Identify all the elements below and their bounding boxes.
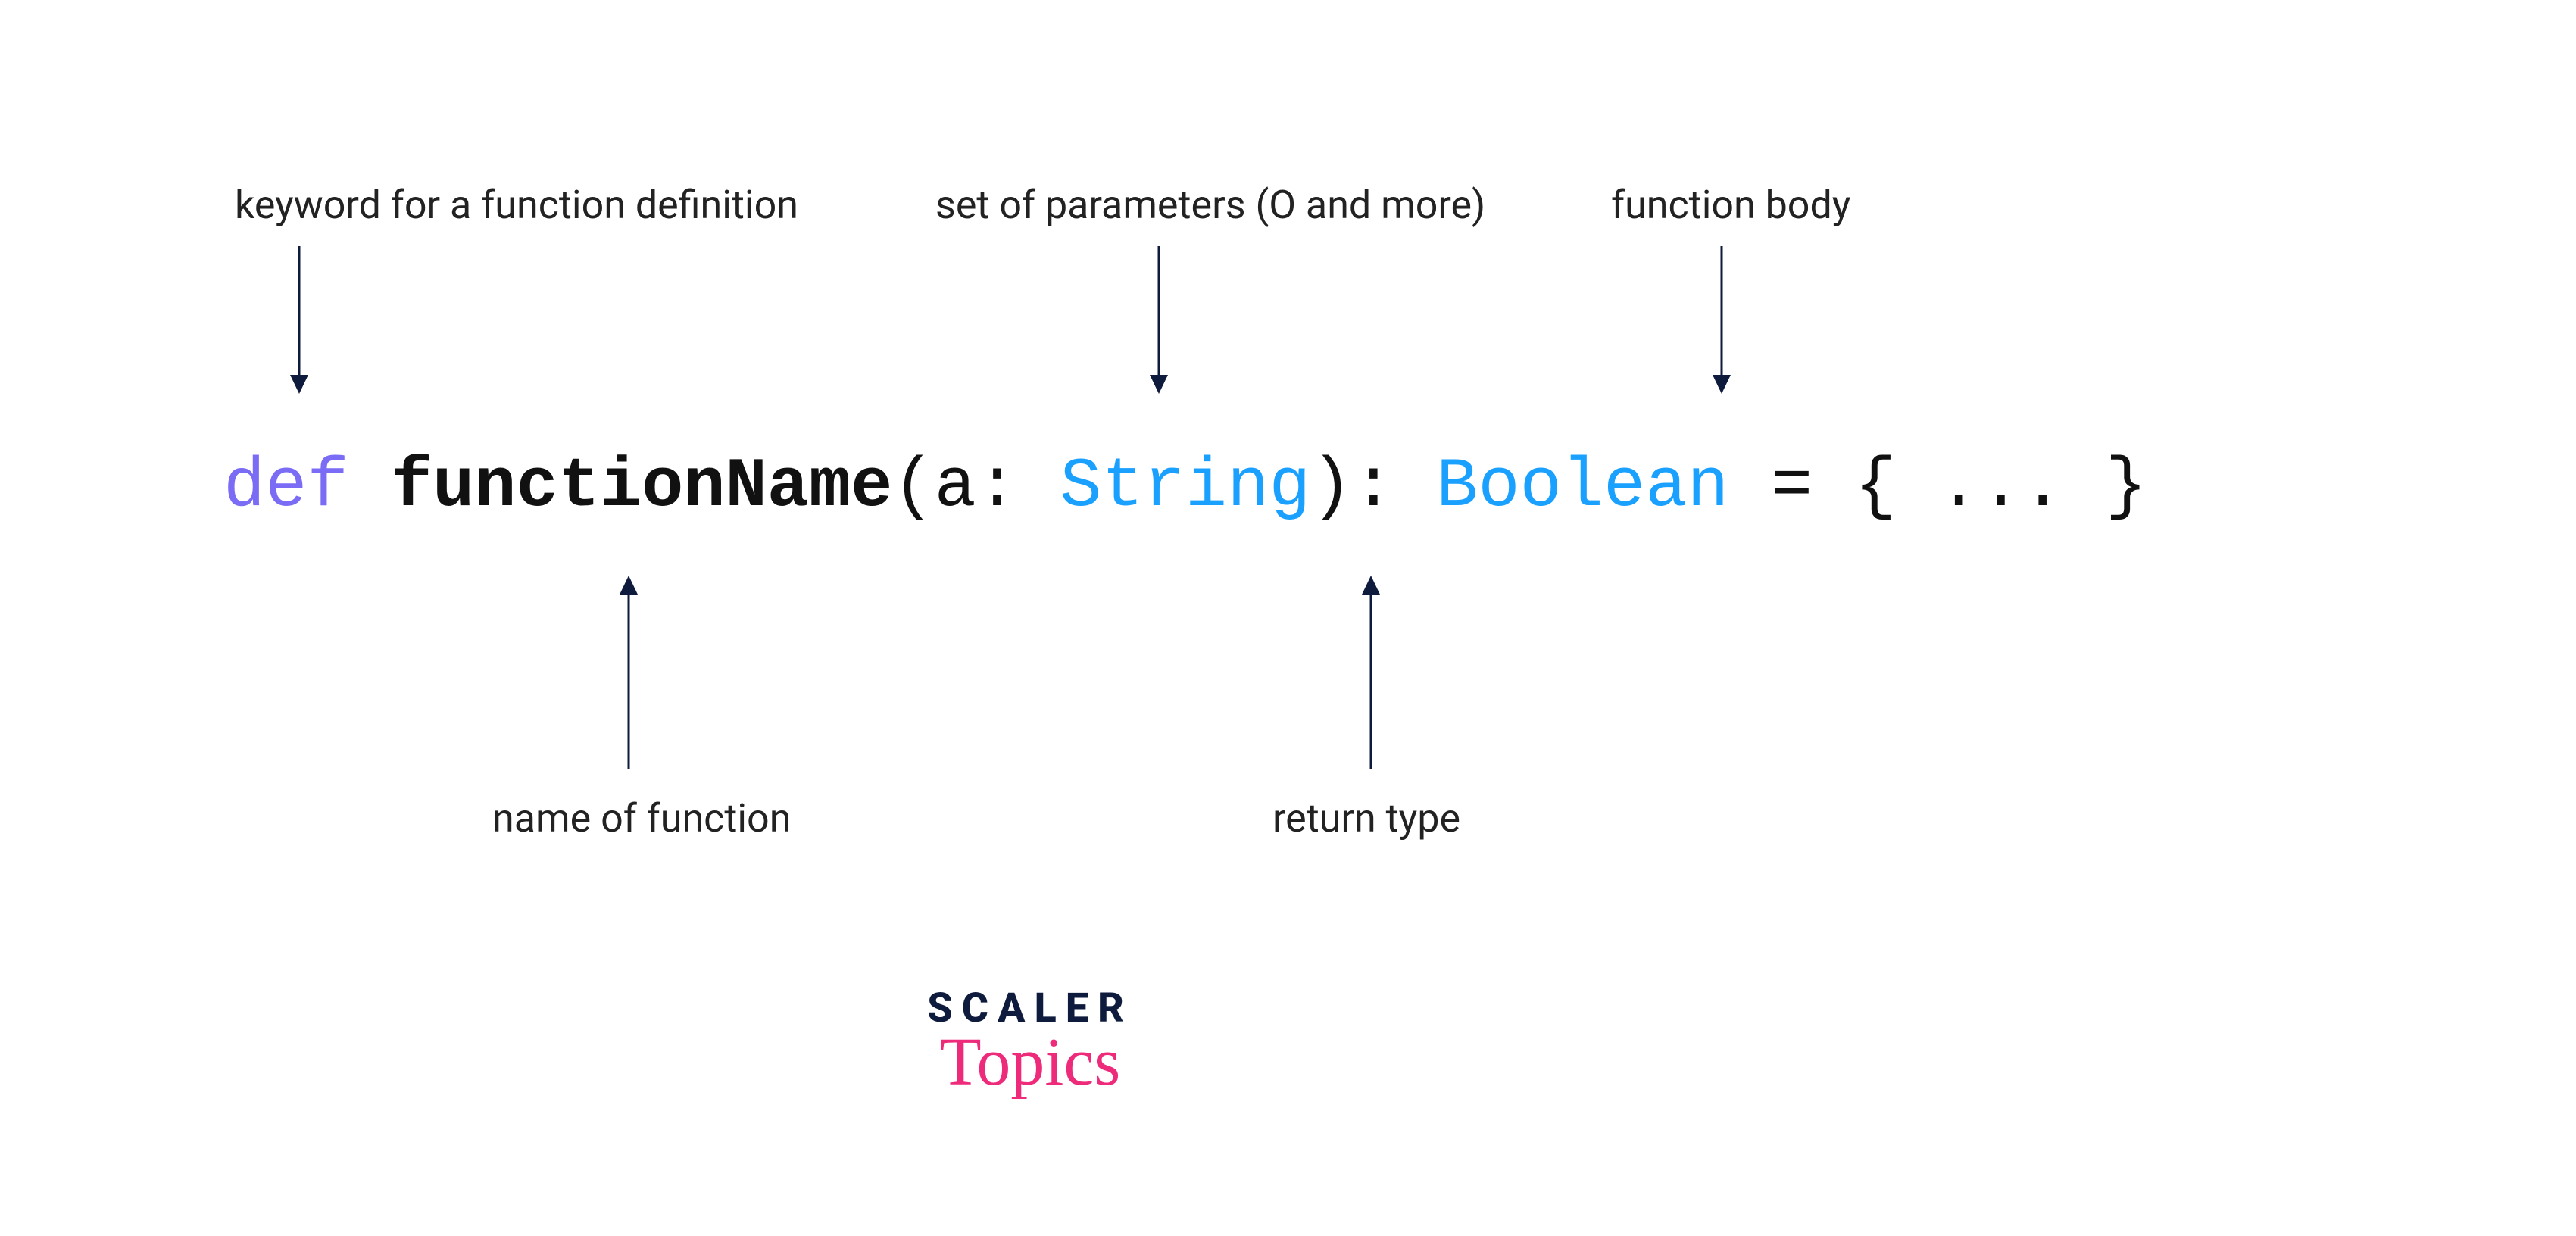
code-keyword: def [223, 447, 349, 526]
arrow-body-icon [1706, 246, 1737, 398]
code-function-name: functionName [391, 447, 893, 526]
code-close-paren: ) [1311, 447, 1353, 526]
logo-topics-text: Topics [879, 1023, 1182, 1101]
label-keyword: keyword for a function definition [235, 182, 798, 228]
label-name: name of function [492, 795, 791, 841]
arrow-return-icon [1356, 572, 1386, 769]
code-space [1394, 447, 1436, 526]
logo: SCALER Topics [879, 985, 1182, 1101]
code-space [1018, 447, 1060, 526]
arrow-keyword-icon [284, 246, 314, 398]
code-param-name: a [935, 447, 976, 526]
code-return-type: Boolean [1436, 447, 1728, 526]
code-tail: = { ... } [1729, 447, 2147, 526]
label-parameters: set of parameters (O and more) [935, 182, 1485, 228]
label-return: return type [1272, 795, 1460, 841]
arrow-name-icon [614, 572, 644, 769]
code-colon: : [1353, 447, 1394, 526]
code-open-paren: ( [892, 447, 934, 526]
label-body: function body [1611, 182, 1850, 228]
code-colon: : [976, 447, 1018, 526]
code-space [349, 447, 391, 526]
code-line: def functionName(a: String): Boolean = {… [223, 447, 2147, 526]
code-param-type: String [1060, 447, 1310, 526]
arrow-parameters-icon [1144, 246, 1174, 398]
